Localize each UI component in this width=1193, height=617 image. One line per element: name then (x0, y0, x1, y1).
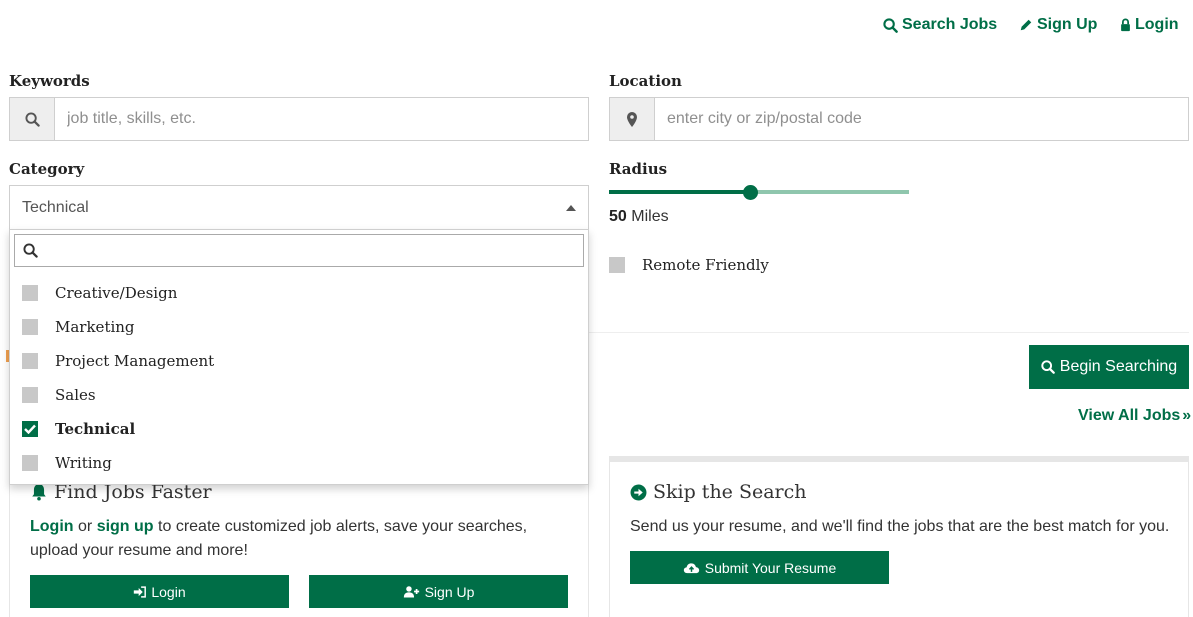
option-label: Marketing (55, 318, 135, 336)
map-marker-icon (627, 111, 637, 127)
nav-sign-up-link[interactable]: Sign Up (1019, 16, 1097, 34)
option-label: Writing (55, 454, 112, 472)
remote-friendly-option[interactable]: Remote Friendly (609, 256, 769, 274)
lock-icon (1121, 18, 1130, 32)
panel-signup-link[interactable]: sign up (97, 518, 154, 535)
checkmark-icon (24, 424, 36, 434)
option-checkbox[interactable] (22, 353, 38, 369)
view-all-jobs-label: View All Jobs (1078, 407, 1181, 424)
option-checkbox[interactable] (22, 319, 38, 335)
category-option[interactable]: Technical (10, 412, 588, 446)
option-label: Project Management (55, 352, 215, 370)
category-option[interactable]: Creative/Design (10, 276, 588, 310)
keywords-input-group (9, 97, 589, 141)
nav-login-label: Login (1135, 16, 1179, 33)
location-label: Location (609, 72, 682, 90)
category-label: Category (9, 160, 85, 178)
divider (589, 332, 1189, 333)
panel-signup-button[interactable]: Sign Up (309, 575, 568, 608)
radius-slider[interactable] (609, 185, 909, 200)
skip-the-search-title-text: Skip the Search (653, 481, 807, 503)
remote-friendly-label: Remote Friendly (642, 256, 769, 274)
nav-login-link[interactable]: Login (1120, 16, 1179, 34)
option-checkbox[interactable] (22, 285, 38, 301)
category-selected-value: Technical (22, 198, 89, 216)
keywords-addon (10, 98, 55, 140)
caret-up-icon (566, 204, 576, 211)
submit-resume-button-label: Submit Your Resume (704, 559, 837, 576)
slider-fill (609, 190, 750, 194)
search-icon (883, 17, 898, 33)
keywords-input[interactable] (55, 98, 588, 140)
sign-in-icon (134, 585, 147, 598)
location-input[interactable] (655, 98, 1188, 140)
radius-value: 50 (609, 208, 627, 225)
skip-the-search-title: Skip the Search (630, 481, 807, 503)
option-label: Creative/Design (55, 284, 178, 302)
category-option[interactable]: Sales (10, 378, 588, 412)
search-icon (24, 111, 40, 127)
nav-search-jobs-label: Search Jobs (902, 16, 998, 33)
category-option-list: Creative/Design Marketing Project Manage… (10, 276, 588, 480)
option-label: Sales (55, 386, 96, 404)
view-all-jobs-link[interactable]: View All Jobs » (1078, 407, 1191, 425)
category-option[interactable]: Writing (10, 446, 588, 480)
radius-value-text: 50 Miles (609, 208, 669, 226)
location-addon (610, 98, 655, 140)
or-text: or (78, 518, 93, 535)
category-select[interactable]: Technical (9, 185, 589, 229)
category-search-field[interactable] (14, 234, 584, 267)
remote-friendly-checkbox[interactable] (609, 257, 625, 273)
arrow-circle-right-icon (630, 484, 647, 500)
category-dropdown: Creative/Design Marketing Project Manage… (9, 229, 589, 485)
user-plus-icon (403, 586, 419, 598)
panel-login-link[interactable]: Login (30, 518, 74, 535)
nav-search-jobs-link[interactable]: Search Jobs (883, 16, 997, 34)
skip-the-search-text: Send us your resume, and we'll find the … (630, 518, 1170, 535)
panel-login-button-label: Login (151, 583, 186, 600)
search-icon (23, 243, 38, 258)
option-checkbox[interactable] (22, 455, 38, 471)
panel-login-button[interactable]: Login (30, 575, 289, 608)
keywords-label: Keywords (9, 72, 90, 90)
option-label: Technical (55, 420, 136, 438)
cloud-upload-icon (683, 562, 699, 573)
location-input-group (609, 97, 1189, 141)
begin-searching-label: Begin Searching (1059, 358, 1178, 375)
radius-unit: Miles (631, 208, 669, 225)
bell-icon (32, 484, 46, 501)
category-option[interactable]: Project Management (10, 344, 588, 378)
search-icon (1041, 360, 1055, 374)
radius-label: Radius (609, 160, 668, 178)
panel-signup-button-label: Sign Up (424, 583, 475, 600)
pencil-icon (1020, 19, 1032, 31)
find-jobs-faster-text: Login or sign up to create customized jo… (30, 515, 575, 563)
nav-sign-up-label: Sign Up (1037, 16, 1098, 33)
option-checkbox-checked[interactable] (22, 421, 38, 437)
slider-handle[interactable] (743, 185, 758, 200)
double-chevron-right-icon: » (1182, 407, 1192, 424)
submit-resume-button[interactable]: Submit Your Resume (630, 551, 889, 584)
option-checkbox[interactable] (22, 387, 38, 403)
begin-searching-button[interactable]: Begin Searching (1029, 345, 1189, 389)
category-option[interactable]: Marketing (10, 310, 588, 344)
